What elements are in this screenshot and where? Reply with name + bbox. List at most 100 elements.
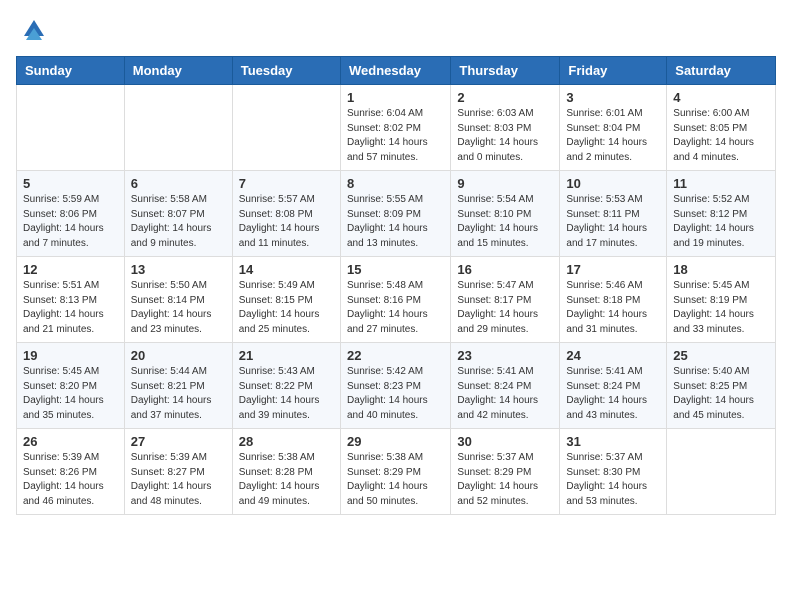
day-info: Sunrise: 5:54 AM Sunset: 8:10 PM Dayligh… — [457, 193, 553, 251]
day-number: 16 — [457, 262, 553, 277]
day-number: 25 — [673, 348, 769, 363]
calendar-cell: 28Sunrise: 5:38 AM Sunset: 8:28 PM Dayli… — [232, 429, 340, 515]
calendar-table: SundayMondayTuesdayWednesdayThursdayFrid… — [16, 56, 776, 515]
day-number: 29 — [347, 434, 444, 449]
day-number: 13 — [131, 262, 226, 277]
calendar-cell: 17 Sunrise: 5:46 AM Sunset: 8:18 PM Dayli… — [560, 257, 667, 343]
calendar-cell: 19 Sunrise: 5:45 AM Sunset: 8:20 PM Dayli… — [17, 343, 125, 429]
calendar-cell: 12 Sunrise: 5:51 AM Sunset: 8:13 PM Dayli… — [17, 257, 125, 343]
day-info: Sunrise: 5:55 AM Sunset: 8:09 PM Dayligh… — [347, 193, 444, 251]
calendar-cell — [667, 429, 776, 515]
day-number: 9 — [457, 176, 553, 191]
calendar-cell: 11 Sunrise: 5:52 AM Sunset: 8:12 PM Dayli… — [667, 171, 776, 257]
day-number: 23 — [457, 348, 553, 363]
day-number: 11 — [673, 176, 769, 191]
calendar-cell: 6 Sunrise: 5:58 AM Sunset: 8:07 PM Daylig… — [124, 171, 232, 257]
weekday-header-thursday: Thursday — [451, 57, 560, 85]
calendar-cell — [124, 85, 232, 171]
weekday-header-sunday: Sunday — [17, 57, 125, 85]
day-number: 20 — [131, 348, 226, 363]
calendar-cell: 29 Sunrise: 5:38 AM Sunset: 8:29 PM Dayli… — [340, 429, 450, 515]
weekday-header-saturday: Saturday — [667, 57, 776, 85]
day-number: 3 — [566, 90, 660, 105]
day-info: Sunrise: 5:40 AM Sunset: 8:25 PM Dayligh… — [673, 365, 769, 423]
calendar-cell: 27Sunrise: 5:39 AM Sunset: 8:27 PM Dayli… — [124, 429, 232, 515]
day-number: 24 — [566, 348, 660, 363]
day-info: Sunrise: 5:39 AM Sunset: 8:26 PM Dayligh… — [23, 451, 118, 509]
calendar-week-5: 26Sunrise: 5:39 AM Sunset: 8:26 PM Dayli… — [17, 429, 776, 515]
day-number: 14 — [239, 262, 334, 277]
calendar-week-1: 1 Sunrise: 6:04 AM Sunset: 8:02 PM Daylig… — [17, 85, 776, 171]
calendar-cell: 1 Sunrise: 6:04 AM Sunset: 8:02 PM Daylig… — [340, 85, 450, 171]
calendar-cell: 13 Sunrise: 5:50 AM Sunset: 8:14 PM Dayli… — [124, 257, 232, 343]
calendar-cell: 8 Sunrise: 5:55 AM Sunset: 8:09 PM Daylig… — [340, 171, 450, 257]
day-info: Sunrise: 5:37 AM Sunset: 8:29 PM Dayligh… — [457, 451, 553, 509]
calendar-cell: 15Sunrise: 5:48 AM Sunset: 8:16 PM Dayli… — [340, 257, 450, 343]
weekday-header-tuesday: Tuesday — [232, 57, 340, 85]
weekday-header-monday: Monday — [124, 57, 232, 85]
day-number: 28 — [239, 434, 334, 449]
calendar-cell: 2Sunrise: 6:03 AM Sunset: 8:03 PM Daylig… — [451, 85, 560, 171]
day-number: 4 — [673, 90, 769, 105]
calendar-cell: 9 Sunrise: 5:54 AM Sunset: 8:10 PM Daylig… — [451, 171, 560, 257]
page-header — [16, 16, 776, 44]
day-info: Sunrise: 5:38 AM Sunset: 8:29 PM Dayligh… — [347, 451, 444, 509]
day-info: Sunrise: 6:04 AM Sunset: 8:02 PM Dayligh… — [347, 107, 444, 165]
day-number: 30 — [457, 434, 553, 449]
calendar-cell: 14 Sunrise: 5:49 AM Sunset: 8:15 PM Dayli… — [232, 257, 340, 343]
day-number: 17 — [566, 262, 660, 277]
day-info: Sunrise: 5:50 AM Sunset: 8:14 PM Dayligh… — [131, 279, 226, 337]
day-number: 15 — [347, 262, 444, 277]
day-number: 7 — [239, 176, 334, 191]
calendar-cell: 4 Sunrise: 6:00 AM Sunset: 8:05 PM Daylig… — [667, 85, 776, 171]
weekday-header-wednesday: Wednesday — [340, 57, 450, 85]
calendar-cell: 16 Sunrise: 5:47 AM Sunset: 8:17 PM Dayli… — [451, 257, 560, 343]
logo-icon — [20, 16, 48, 44]
day-number: 1 — [347, 90, 444, 105]
day-info: Sunrise: 5:41 AM Sunset: 8:24 PM Dayligh… — [457, 365, 553, 423]
day-info: Sunrise: 5:45 AM Sunset: 8:20 PM Dayligh… — [23, 365, 118, 423]
day-info: Sunrise: 5:44 AM Sunset: 8:21 PM Dayligh… — [131, 365, 226, 423]
day-number: 18 — [673, 262, 769, 277]
day-info: Sunrise: 5:49 AM Sunset: 8:15 PM Dayligh… — [239, 279, 334, 337]
calendar-cell: 10Sunrise: 5:53 AM Sunset: 8:11 PM Dayli… — [560, 171, 667, 257]
calendar-cell: 5 Sunrise: 5:59 AM Sunset: 8:06 PM Daylig… — [17, 171, 125, 257]
calendar-week-2: 5 Sunrise: 5:59 AM Sunset: 8:06 PM Daylig… — [17, 171, 776, 257]
day-info: Sunrise: 5:37 AM Sunset: 8:30 PM Dayligh… — [566, 451, 660, 509]
day-info: Sunrise: 5:47 AM Sunset: 8:17 PM Dayligh… — [457, 279, 553, 337]
calendar-cell — [232, 85, 340, 171]
day-info: Sunrise: 6:00 AM Sunset: 8:05 PM Dayligh… — [673, 107, 769, 165]
day-info: Sunrise: 6:01 AM Sunset: 8:04 PM Dayligh… — [566, 107, 660, 165]
day-number: 19 — [23, 348, 118, 363]
calendar-header-row: SundayMondayTuesdayWednesdayThursdayFrid… — [17, 57, 776, 85]
calendar-cell: 3 Sunrise: 6:01 AM Sunset: 8:04 PM Daylig… — [560, 85, 667, 171]
day-info: Sunrise: 5:46 AM Sunset: 8:18 PM Dayligh… — [566, 279, 660, 337]
calendar-cell — [17, 85, 125, 171]
calendar-cell: 18 Sunrise: 5:45 AM Sunset: 8:19 PM Dayli… — [667, 257, 776, 343]
day-info: Sunrise: 5:52 AM Sunset: 8:12 PM Dayligh… — [673, 193, 769, 251]
day-number: 10 — [566, 176, 660, 191]
calendar-cell: 30 Sunrise: 5:37 AM Sunset: 8:29 PM Dayli… — [451, 429, 560, 515]
day-number: 22 — [347, 348, 444, 363]
day-info: Sunrise: 5:45 AM Sunset: 8:19 PM Dayligh… — [673, 279, 769, 337]
day-number: 8 — [347, 176, 444, 191]
day-info: Sunrise: 5:57 AM Sunset: 8:08 PM Dayligh… — [239, 193, 334, 251]
calendar-cell: 26Sunrise: 5:39 AM Sunset: 8:26 PM Dayli… — [17, 429, 125, 515]
day-number: 12 — [23, 262, 118, 277]
calendar-cell: 7 Sunrise: 5:57 AM Sunset: 8:08 PM Daylig… — [232, 171, 340, 257]
day-info: Sunrise: 5:59 AM Sunset: 8:06 PM Dayligh… — [23, 193, 118, 251]
calendar-cell: 31Sunrise: 5:37 AM Sunset: 8:30 PM Dayli… — [560, 429, 667, 515]
calendar-cell: 23 Sunrise: 5:41 AM Sunset: 8:24 PM Dayli… — [451, 343, 560, 429]
calendar-week-3: 12 Sunrise: 5:51 AM Sunset: 8:13 PM Dayli… — [17, 257, 776, 343]
day-info: Sunrise: 5:39 AM Sunset: 8:27 PM Dayligh… — [131, 451, 226, 509]
day-number: 6 — [131, 176, 226, 191]
day-number: 5 — [23, 176, 118, 191]
day-info: Sunrise: 5:58 AM Sunset: 8:07 PM Dayligh… — [131, 193, 226, 251]
calendar-week-4: 19 Sunrise: 5:45 AM Sunset: 8:20 PM Dayli… — [17, 343, 776, 429]
day-info: Sunrise: 5:41 AM Sunset: 8:24 PM Dayligh… — [566, 365, 660, 423]
day-number: 21 — [239, 348, 334, 363]
day-number: 2 — [457, 90, 553, 105]
calendar-cell: 24 Sunrise: 5:41 AM Sunset: 8:24 PM Dayli… — [560, 343, 667, 429]
day-info: Sunrise: 5:51 AM Sunset: 8:13 PM Dayligh… — [23, 279, 118, 337]
day-info: Sunrise: 5:43 AM Sunset: 8:22 PM Dayligh… — [239, 365, 334, 423]
